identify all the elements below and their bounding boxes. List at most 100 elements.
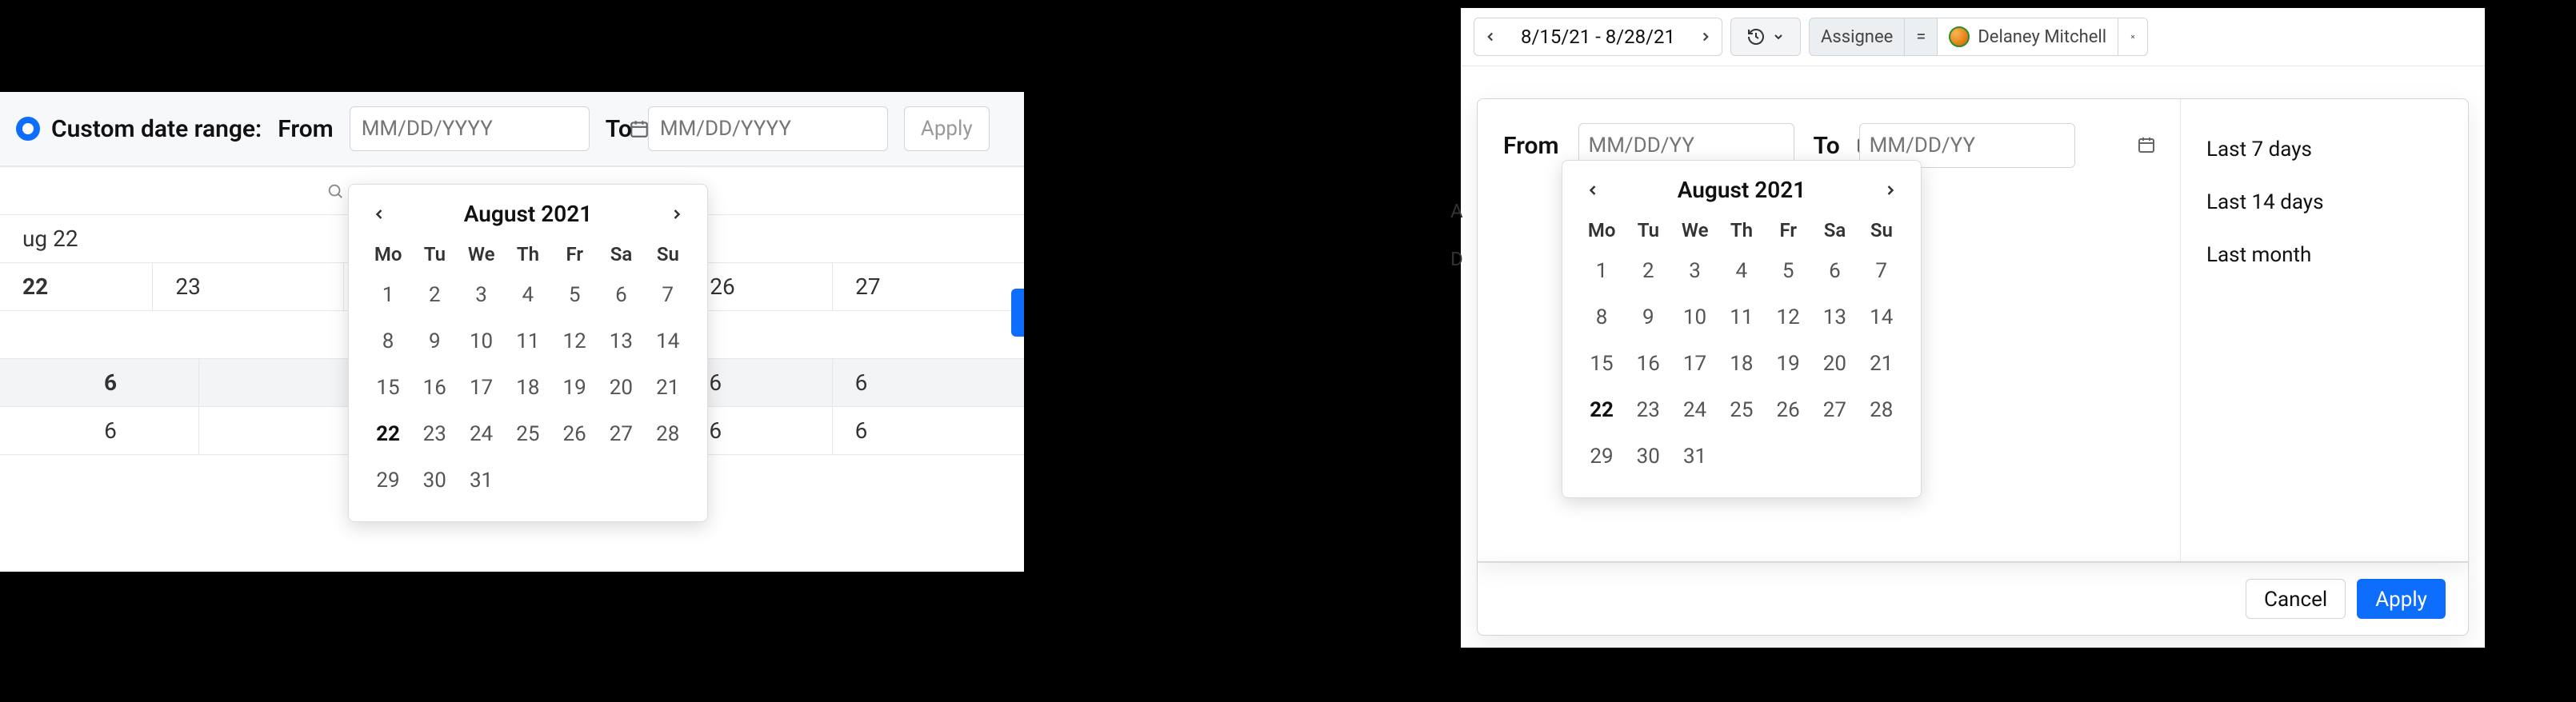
left-panel: Custom date range: From To Apply ug 22 bbox=[0, 92, 1024, 572]
calendar-day[interactable]: 12 bbox=[1765, 294, 1811, 341]
calendar-day[interactable]: 24 bbox=[458, 411, 505, 457]
calendar-day[interactable]: 13 bbox=[598, 318, 644, 365]
calendar-day[interactable]: 18 bbox=[1718, 341, 1765, 387]
to-date-input-wrap[interactable] bbox=[648, 106, 888, 151]
calendar-day[interactable]: 18 bbox=[505, 365, 551, 411]
calendar-day[interactable]: 11 bbox=[505, 318, 551, 365]
calendar-day[interactable]: 19 bbox=[1765, 341, 1811, 387]
calendar-day[interactable]: 9 bbox=[1625, 294, 1671, 341]
calendar-day[interactable]: 1 bbox=[365, 272, 411, 318]
calendar-day[interactable]: 28 bbox=[1858, 387, 1905, 433]
calendar-day[interactable]: 14 bbox=[645, 318, 691, 365]
calendar-day[interactable]: 3 bbox=[1672, 248, 1718, 294]
history-dropdown[interactable] bbox=[1730, 18, 1801, 56]
calendar-icon[interactable] bbox=[2137, 135, 2156, 156]
from-date-input-wrap[interactable] bbox=[350, 106, 590, 151]
calendar-day[interactable]: 6 bbox=[598, 272, 644, 318]
calendar-day[interactable]: 31 bbox=[458, 457, 505, 504]
date-range-controls: Custom date range: From To Apply bbox=[0, 92, 1024, 166]
table-cell: 6 bbox=[833, 359, 1024, 406]
chip-close-icon[interactable] bbox=[2118, 18, 2147, 55]
calendar-title: August 2021 bbox=[464, 201, 592, 227]
calendar-day[interactable]: 28 bbox=[645, 411, 691, 457]
calendar-day[interactable]: 20 bbox=[1811, 341, 1858, 387]
calendar-day[interactable]: 22 bbox=[1578, 387, 1625, 433]
from-date-input[interactable] bbox=[362, 117, 629, 141]
calendar-day[interactable]: 5 bbox=[1765, 248, 1811, 294]
calendar-day[interactable]: 7 bbox=[1858, 248, 1905, 294]
calendar-day[interactable]: 2 bbox=[1625, 248, 1671, 294]
calendar-day[interactable]: 15 bbox=[365, 365, 411, 411]
chevron-right-icon[interactable] bbox=[1878, 177, 1903, 203]
table-cell: 26 bbox=[687, 263, 833, 310]
calendar-nav: August 2021 bbox=[365, 196, 691, 237]
calendar-day[interactable]: 1 bbox=[1578, 248, 1625, 294]
calendar-day[interactable]: 8 bbox=[1578, 294, 1625, 341]
calendar-day[interactable]: 23 bbox=[1625, 387, 1671, 433]
calendar-day[interactable]: 14 bbox=[1858, 294, 1905, 341]
calendar-day[interactable]: 9 bbox=[411, 318, 458, 365]
calendar-day[interactable]: 17 bbox=[458, 365, 505, 411]
calendar-day[interactable]: 23 bbox=[411, 411, 458, 457]
preset-last-month[interactable]: Last month bbox=[2206, 229, 2442, 281]
calendar-day[interactable]: 27 bbox=[1811, 387, 1858, 433]
calendar-day[interactable]: 31 bbox=[1672, 433, 1718, 480]
calendar-day[interactable]: 29 bbox=[365, 457, 411, 504]
custom-date-range-radio[interactable]: Custom date range: bbox=[16, 115, 262, 143]
apply-button[interactable]: Apply bbox=[2357, 579, 2446, 619]
calendar-day[interactable]: 19 bbox=[551, 365, 598, 411]
calendar-day bbox=[551, 457, 598, 504]
calendar-day[interactable]: 30 bbox=[1625, 433, 1671, 480]
calendar-day[interactable]: 17 bbox=[1672, 341, 1718, 387]
calendar-day[interactable]: 16 bbox=[1625, 341, 1671, 387]
date-range-label[interactable]: 8/15/21 - 8/28/21 bbox=[1506, 26, 1690, 48]
date-range-segment: 8/15/21 - 8/28/21 bbox=[1474, 18, 1722, 56]
chevron-right-icon[interactable] bbox=[1690, 18, 1722, 55]
calendar-day[interactable]: 27 bbox=[598, 411, 644, 457]
calendar-day[interactable]: 21 bbox=[1858, 341, 1905, 387]
chevron-left-icon[interactable] bbox=[1474, 18, 1506, 55]
calendar-day[interactable]: 3 bbox=[458, 272, 505, 318]
calendar-day[interactable]: 13 bbox=[1811, 294, 1858, 341]
calendar-day[interactable]: 24 bbox=[1672, 387, 1718, 433]
calendar-day[interactable]: 26 bbox=[1765, 387, 1811, 433]
calendar-day[interactable]: 21 bbox=[645, 365, 691, 411]
calendar-day[interactable]: 12 bbox=[551, 318, 598, 365]
calendar-day[interactable]: 2 bbox=[411, 272, 458, 318]
preset-last-7-days[interactable]: Last 7 days bbox=[2206, 123, 2442, 176]
calendar-day[interactable]: 20 bbox=[598, 365, 644, 411]
calendar-day[interactable]: 4 bbox=[1718, 248, 1765, 294]
calendar-day[interactable]: 7 bbox=[645, 272, 691, 318]
table-cell: 6 bbox=[686, 407, 832, 454]
chevron-left-icon[interactable] bbox=[1580, 177, 1606, 203]
table-cell: 23 bbox=[153, 263, 344, 310]
calendar-day bbox=[1811, 433, 1858, 480]
calendar-dow: Sa bbox=[1811, 213, 1858, 248]
calendar-day[interactable]: 22 bbox=[365, 411, 411, 457]
cancel-button[interactable]: Cancel bbox=[2246, 579, 2346, 619]
calendar-day[interactable]: 26 bbox=[551, 411, 598, 457]
preset-last-14-days[interactable]: Last 14 days bbox=[2206, 176, 2442, 229]
calendar-day[interactable]: 29 bbox=[1578, 433, 1625, 480]
calendar-day[interactable]: 15 bbox=[1578, 341, 1625, 387]
calendar-day[interactable]: 8 bbox=[365, 318, 411, 365]
calendar-day[interactable]: 11 bbox=[1718, 294, 1765, 341]
calendar-day[interactable]: 25 bbox=[505, 411, 551, 457]
apply-button[interactable]: Apply bbox=[904, 106, 990, 151]
row-label: ug 22 bbox=[0, 215, 320, 262]
radio-label-text: Custom date range: bbox=[51, 115, 262, 143]
calendar-day[interactable]: 30 bbox=[411, 457, 458, 504]
calendar-day[interactable]: 10 bbox=[1672, 294, 1718, 341]
calendar-day[interactable]: 6 bbox=[1811, 248, 1858, 294]
from-label: From bbox=[278, 115, 334, 143]
chevron-left-icon[interactable] bbox=[366, 201, 392, 227]
to-date-input[interactable] bbox=[660, 117, 927, 141]
to-date-input[interactable] bbox=[1870, 134, 2137, 158]
calendar-day[interactable]: 16 bbox=[411, 365, 458, 411]
calendar-day[interactable]: 5 bbox=[551, 272, 598, 318]
chevron-right-icon[interactable] bbox=[664, 201, 690, 227]
filter-chip[interactable]: Assignee = Delaney Mitchell bbox=[1809, 18, 2148, 56]
calendar-day[interactable]: 10 bbox=[458, 318, 505, 365]
calendar-day[interactable]: 4 bbox=[505, 272, 551, 318]
calendar-day[interactable]: 25 bbox=[1718, 387, 1765, 433]
